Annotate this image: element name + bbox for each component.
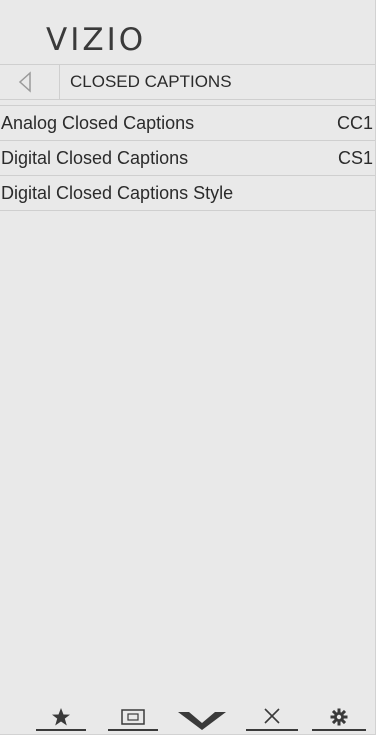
settings-button[interactable] [312, 706, 366, 728]
menu-header: CLOSED CAPTIONS [0, 64, 375, 100]
vizio-menu-button[interactable] [174, 708, 230, 732]
menu-item-analog-closed-captions[interactable]: Analog Closed Captions CC1 [0, 105, 375, 141]
vizio-v-icon [178, 712, 226, 730]
exit-button[interactable] [246, 705, 298, 727]
back-button[interactable] [0, 65, 60, 99]
settings-panel: VIZIO CLOSED CAPTIONS Analog Closed Capt… [0, 0, 376, 735]
exit-underline [246, 729, 298, 731]
menu-item-digital-closed-captions[interactable]: Digital Closed Captions CS1 [0, 141, 375, 176]
menu-item-label: Digital Closed Captions Style [1, 182, 234, 203]
menu-list: Analog Closed Captions CC1 Digital Close… [0, 105, 375, 211]
menu-item-label: Digital Closed Captions [1, 147, 189, 168]
vizio-logo: VIZIO [46, 22, 147, 58]
bottom-toolbar [0, 700, 375, 734]
star-icon [52, 708, 70, 726]
menu-item-label: Analog Closed Captions [1, 112, 195, 133]
close-icon [264, 708, 280, 724]
settings-underline [312, 729, 366, 731]
menu-item-value: CS1 [337, 147, 373, 168]
input-icon [121, 709, 145, 725]
input-underline [108, 729, 158, 731]
gear-icon [330, 708, 348, 726]
favorites-button[interactable] [36, 706, 86, 728]
back-arrow-icon [18, 71, 31, 93]
favorites-underline [36, 729, 86, 731]
menu-item-digital-closed-captions-style[interactable]: Digital Closed Captions Style [0, 176, 375, 211]
menu-item-value: CC1 [336, 112, 373, 133]
input-button[interactable] [108, 706, 158, 728]
page-title: CLOSED CAPTIONS [70, 72, 232, 91]
